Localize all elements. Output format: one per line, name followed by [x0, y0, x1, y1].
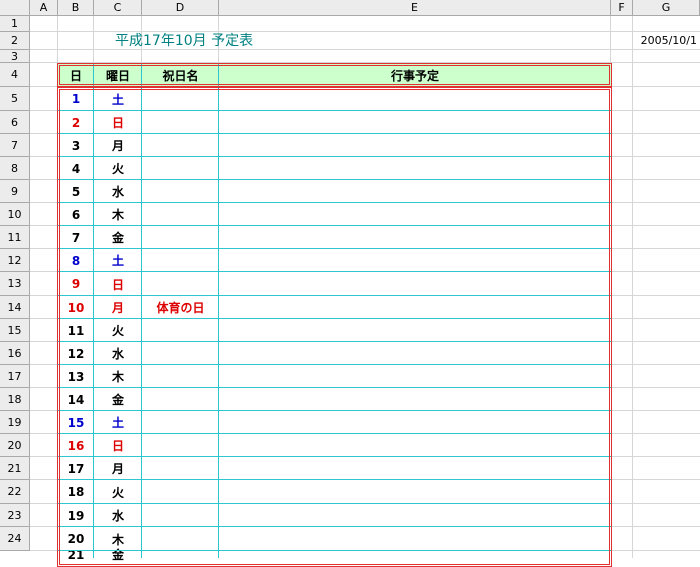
row-header-23[interactable]: 23: [0, 504, 30, 527]
row-header-8[interactable]: 8: [0, 157, 30, 180]
row-header-15[interactable]: 15: [0, 319, 30, 342]
row-header-13[interactable]: 13: [0, 272, 30, 296]
row-header-19[interactable]: 19: [0, 411, 30, 434]
column-header-a[interactable]: A: [30, 0, 58, 16]
row-header-16[interactable]: 16: [0, 342, 30, 365]
row-header-4[interactable]: 4: [0, 63, 30, 87]
row-header-11[interactable]: 11: [0, 226, 30, 249]
row-header-14[interactable]: 14: [0, 296, 30, 319]
row-header-24[interactable]: 24: [0, 527, 30, 551]
row-header-21[interactable]: 21: [0, 457, 30, 480]
column-header-c[interactable]: C: [94, 0, 142, 16]
column-header-e[interactable]: E: [219, 0, 611, 16]
row-header-10[interactable]: 10: [0, 203, 30, 226]
row-header-5[interactable]: 5: [0, 87, 30, 111]
row-header-17[interactable]: 17: [0, 365, 30, 388]
row-header-9[interactable]: 9: [0, 180, 30, 203]
column-header-f[interactable]: F: [611, 0, 633, 16]
gridline-col: [632, 16, 633, 558]
spreadsheet: ABCDEFG 1 2 3 4 5 6 7 8 9 10 11 12 13 14 15 16 17 18 19 20 2…: [0, 0, 700, 567]
row-header-3[interactable]: 3: [0, 50, 30, 63]
row-header-2[interactable]: 2: [0, 32, 30, 50]
row-header-18[interactable]: 18: [0, 388, 30, 411]
select-all-corner[interactable]: [0, 0, 30, 16]
row-header-7[interactable]: 7: [0, 134, 30, 157]
column-header-b[interactable]: B: [58, 0, 94, 16]
date-cell[interactable]: 2005/10/1: [633, 32, 700, 48]
row-header-22[interactable]: 22: [0, 480, 30, 504]
column-header-d[interactable]: D: [142, 0, 219, 16]
row-header-1[interactable]: 1: [0, 16, 30, 32]
row-header-6[interactable]: 6: [0, 111, 30, 134]
sheet-title[interactable]: 平成17年10月 予定表: [115, 31, 285, 49]
header-inner-border: [59, 65, 610, 85]
row-header-12[interactable]: 12: [0, 249, 30, 272]
column-header-g[interactable]: G: [633, 0, 700, 16]
row-header-20[interactable]: 20: [0, 434, 30, 457]
body-inner-border: [59, 89, 610, 565]
